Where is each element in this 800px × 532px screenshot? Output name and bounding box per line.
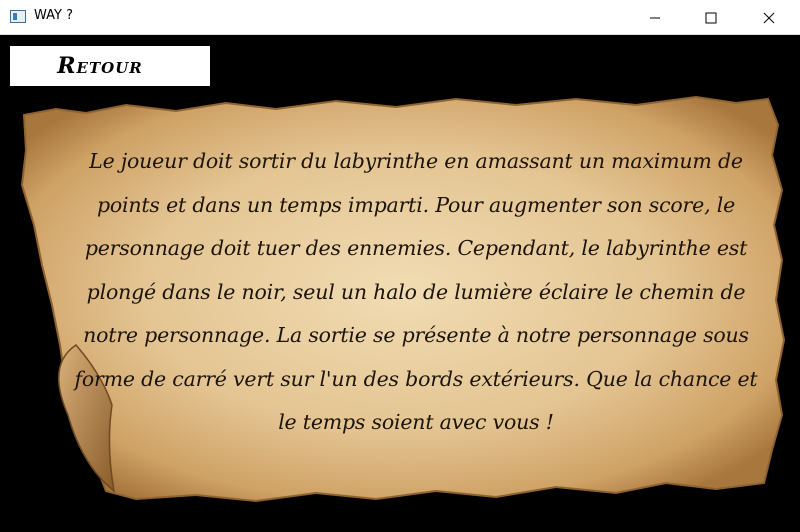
minimize-button[interactable] — [632, 0, 678, 35]
back-button[interactable]: Retour — [10, 46, 210, 86]
maximize-button[interactable] — [688, 0, 734, 35]
parchment-panel: Le joueur doit sortir du labyrinthe en a… — [16, 95, 786, 510]
minimize-icon — [650, 17, 660, 18]
close-button[interactable] — [746, 0, 792, 35]
back-button-label: Retour — [57, 53, 143, 79]
maximize-icon — [705, 12, 717, 23]
close-icon — [763, 12, 775, 23]
app-window-icon — [10, 10, 26, 23]
rules-text: Le joueur doit sortir du labyrinthe en a… — [74, 149, 758, 434]
window-title: WAY ? — [34, 8, 73, 23]
title-bar: WAY ? — [0, 0, 800, 35]
